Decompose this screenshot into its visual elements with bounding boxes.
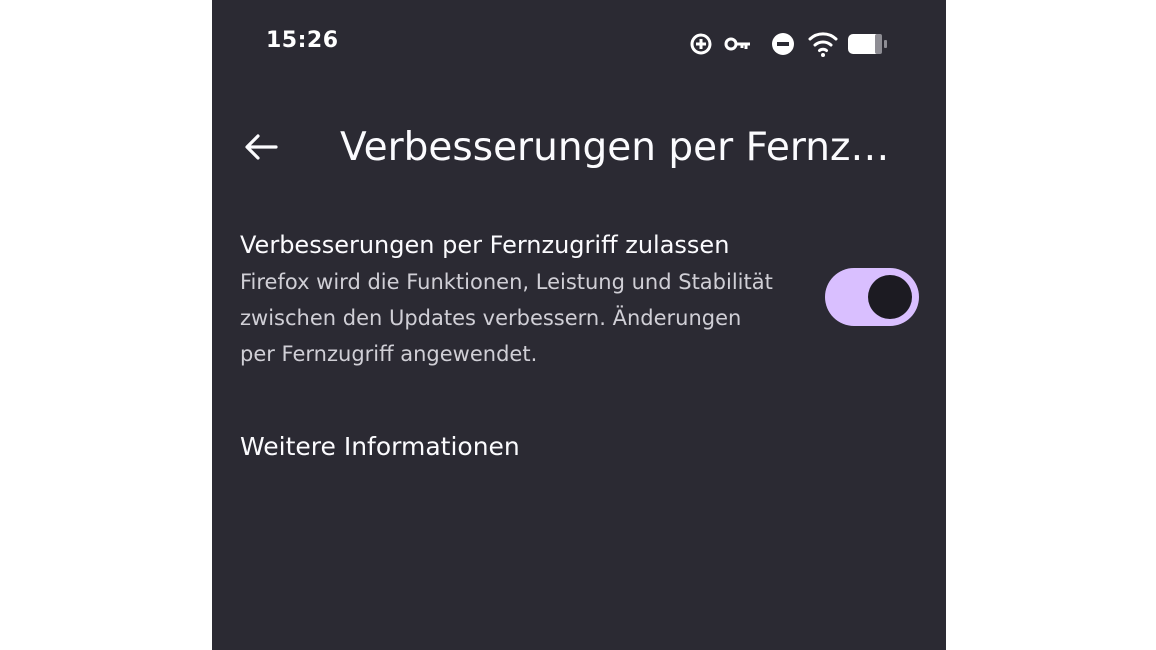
battery-icon	[848, 34, 887, 54]
app-screen: 15:26 Verbesserungen per Fernzugr Verbes…	[212, 0, 946, 650]
setting-description: Firefox wird die Funktionen, Leistung un…	[240, 270, 773, 366]
more-info-link[interactable]: Weitere Informationen	[240, 428, 520, 466]
toggle-knob	[868, 275, 912, 319]
page-title: Verbesserungen per Fernzugriff zulassen	[340, 125, 910, 170]
data-saver-icon	[690, 30, 714, 55]
remote-improvements-setting[interactable]: Verbesserungen per Fernzugriff zulassen …	[240, 224, 924, 374]
status-icons	[688, 28, 888, 60]
back-button[interactable]	[238, 126, 284, 172]
remote-improvements-toggle[interactable]	[825, 268, 919, 326]
do-not-disturb-icon	[772, 33, 794, 55]
arrow-left-icon	[245, 134, 278, 160]
status-time: 15:26	[266, 28, 339, 53]
vpn-key-icon	[724, 37, 750, 51]
setting-title: Verbesserungen per Fernzugriff zulassen	[240, 231, 730, 259]
wifi-icon	[808, 32, 838, 57]
